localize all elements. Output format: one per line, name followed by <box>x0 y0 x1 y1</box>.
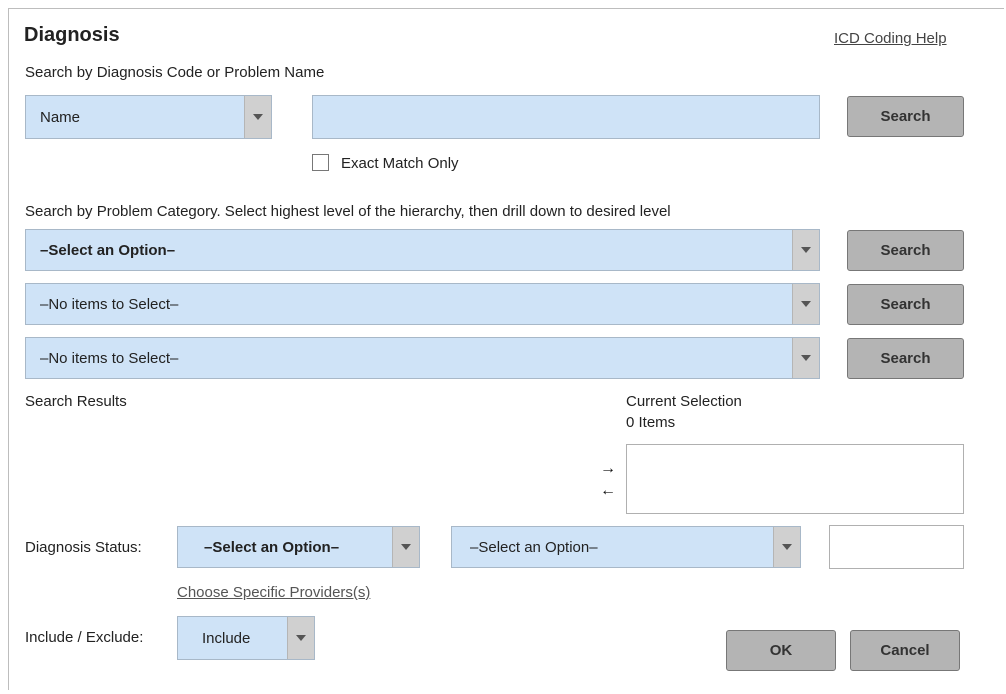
category-level-2-select[interactable]: –No items to Select– <box>25 283 820 325</box>
search-code-button[interactable]: Search <box>847 96 964 137</box>
chevron-down-icon <box>773 527 800 567</box>
dialog-title: Diagnosis <box>24 24 120 46</box>
icd-coding-help-link[interactable]: ICD Coding Help <box>834 30 947 47</box>
chevron-down-icon <box>244 96 271 138</box>
category-level-2-value: –No items to Select– <box>40 295 179 313</box>
remove-from-selection-arrow-icon[interactable]: ← <box>600 483 616 499</box>
category-level-1-value: –Select an Option– <box>40 241 176 259</box>
diagnosis-status-secondary-select[interactable]: –Select an Option– <box>451 526 801 568</box>
category-level-2-search-button[interactable]: Search <box>847 284 964 325</box>
category-level-3-select[interactable]: –No items to Select– <box>25 337 820 379</box>
include-exclude-label: Include / Exclude: <box>25 629 144 646</box>
category-level-3-search-button[interactable]: Search <box>847 338 964 379</box>
chevron-down-icon <box>792 284 819 324</box>
search-type-value: Name <box>40 108 81 126</box>
diagnosis-status-value: –Select an Option– <box>204 538 340 556</box>
exact-match-checkbox[interactable] <box>312 154 329 171</box>
current-selection-count: 0 Items <box>626 414 676 431</box>
current-selection-label: Current Selection <box>626 393 742 410</box>
diagnosis-status-input[interactable] <box>829 525 964 569</box>
include-exclude-select[interactable]: Include <box>177 616 315 660</box>
search-type-select[interactable]: Name <box>25 95 272 139</box>
exact-match-label: Exact Match Only <box>341 155 459 172</box>
search-code-label: Search by Diagnosis Code or Problem Name <box>25 64 325 81</box>
diagnosis-status-label: Diagnosis Status: <box>25 539 142 556</box>
chevron-down-icon <box>287 617 314 659</box>
category-level-1-select[interactable]: –Select an Option– <box>25 229 820 271</box>
chevron-down-icon <box>792 338 819 378</box>
chevron-down-icon <box>392 527 419 567</box>
category-level-3-value: –No items to Select– <box>40 349 179 367</box>
choose-providers-link[interactable]: Choose Specific Providers(s) <box>177 584 370 601</box>
search-query-input[interactable] <box>312 95 820 139</box>
cancel-button[interactable]: Cancel <box>850 630 960 671</box>
current-selection-list[interactable] <box>626 444 964 514</box>
category-level-1-search-button[interactable]: Search <box>847 230 964 271</box>
ok-button[interactable]: OK <box>726 630 836 671</box>
include-exclude-value: Include <box>202 629 251 647</box>
chevron-down-icon <box>792 230 819 270</box>
diagnosis-status-secondary-value: –Select an Option– <box>470 538 598 556</box>
diagnosis-status-select[interactable]: –Select an Option– <box>177 526 420 568</box>
add-to-selection-arrow-icon[interactable]: → <box>600 461 616 477</box>
search-results-label: Search Results <box>25 393 127 410</box>
category-search-label: Search by Problem Category. Select highe… <box>25 203 671 220</box>
